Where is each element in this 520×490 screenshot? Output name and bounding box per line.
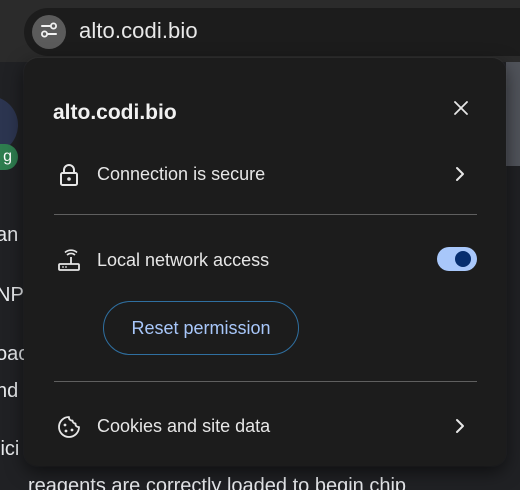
router-icon bbox=[56, 248, 82, 274]
local-network-toggle[interactable] bbox=[437, 247, 477, 271]
page-text-line: lici bbox=[0, 438, 20, 460]
site-info-button[interactable] bbox=[32, 15, 66, 49]
local-network-label: Local network access bbox=[97, 250, 270, 270]
cookies-site-data-row[interactable]: Cookies and site data bbox=[24, 402, 506, 450]
site-info-popup: alto.codi.bio Connection is secure Local… bbox=[24, 58, 506, 466]
popup-title: alto.codi.bio bbox=[53, 101, 177, 124]
tune-icon bbox=[39, 20, 59, 45]
reset-permission-button[interactable]: Reset permission bbox=[103, 301, 299, 355]
close-button[interactable] bbox=[447, 96, 475, 124]
chevron-right-icon bbox=[450, 164, 470, 184]
divider bbox=[54, 214, 477, 215]
page-text-line: NP bbox=[0, 284, 24, 306]
chevron-right-icon bbox=[450, 416, 470, 436]
scrollbar[interactable] bbox=[506, 62, 520, 166]
page-text-line: an bbox=[0, 224, 19, 246]
cookie-icon bbox=[56, 414, 82, 440]
page-text-line: reagents are correctly loaded to begin c… bbox=[28, 475, 407, 490]
local-network-row: Local network access bbox=[24, 236, 506, 284]
lock-icon bbox=[56, 162, 82, 188]
connection-security-row[interactable]: Connection is secure bbox=[24, 150, 506, 198]
cookies-label: Cookies and site data bbox=[97, 416, 271, 436]
divider bbox=[54, 381, 477, 382]
connection-label: Connection is secure bbox=[97, 164, 266, 184]
status-badge: g bbox=[0, 144, 18, 170]
page-text-line: nd bbox=[0, 380, 19, 402]
browser-toolbar: alto.codi.bio bbox=[0, 0, 520, 62]
toggle-knob bbox=[455, 251, 471, 267]
address-url[interactable]: alto.codi.bio bbox=[79, 18, 198, 44]
close-icon bbox=[453, 100, 469, 121]
